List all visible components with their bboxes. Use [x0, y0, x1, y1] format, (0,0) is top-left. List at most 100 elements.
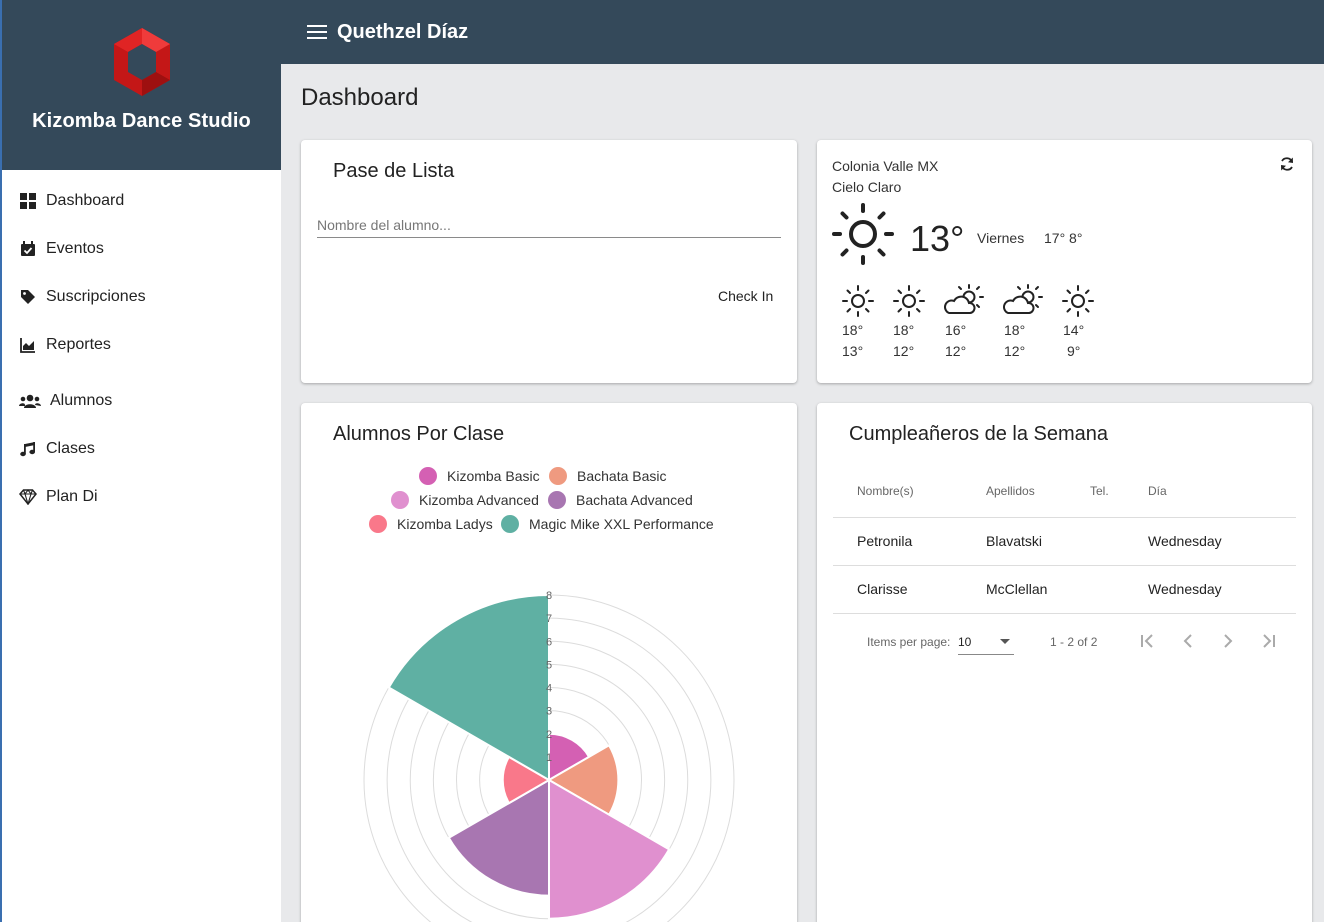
forecast-day: 14° 9°: [1061, 284, 1101, 359]
weather-condition: Cielo Claro: [832, 179, 902, 195]
page-size-value: 10: [958, 635, 972, 649]
sidebar-item-label: Dashboard: [46, 192, 125, 209]
table-row: Clarisse McClellan Wednesday: [833, 565, 1296, 614]
music-note-icon: [18, 439, 38, 459]
forecast-day: 18° 13°: [841, 284, 881, 359]
brand-name: Kizomba Dance Studio: [32, 110, 251, 132]
dashboard-icon: [18, 191, 38, 211]
sidebar-item-label: Plan Di: [46, 488, 98, 505]
current-temperature: 13°: [910, 218, 965, 259]
sun-icon: [892, 284, 932, 318]
table-header-row: Nombre(s) Apellidos Tel. Día: [833, 465, 1296, 518]
tick-label: 1: [546, 752, 552, 764]
sidebar-item-reportes[interactable]: Reportes: [2, 321, 281, 369]
forecast-low: 13°: [842, 343, 864, 359]
weather-hi-lo: 17° 8°: [1044, 230, 1083, 246]
column-header[interactable]: Nombre(s): [833, 465, 986, 518]
cell-phone: [1090, 565, 1148, 614]
page-size-select[interactable]: 10: [958, 633, 1014, 655]
paginator: Items per page: 10 1 - 2 of 2: [817, 623, 1312, 659]
chart-slice[interactable]: [447, 778, 550, 897]
forecast-high: 16°: [945, 322, 967, 338]
sidebar-item-label: Reportes: [46, 336, 111, 353]
refresh-icon[interactable]: [1279, 156, 1299, 176]
previous-page-icon[interactable]: [1176, 629, 1200, 653]
forecast-day: 18° 12°: [1002, 284, 1043, 359]
sun-icon: [1061, 284, 1101, 318]
student-name-input[interactable]: [317, 212, 781, 238]
brand-header: Kizomba Dance Studio: [2, 0, 281, 170]
cell-last-name: McClellan: [986, 565, 1090, 614]
calendar-check-icon: [18, 239, 38, 259]
page-title: Dashboard: [301, 84, 419, 111]
forecast-high: 18°: [893, 322, 915, 338]
items-per-page-label: Items per page:: [867, 635, 951, 649]
tag-icon: [18, 287, 38, 307]
partly-cloudy-icon: [943, 284, 984, 318]
tick-label: 8: [546, 590, 552, 602]
sidebar-item-plan-di[interactable]: Plan Di: [2, 473, 281, 521]
sidebar-item-label: Eventos: [46, 240, 104, 257]
cell-first-name: Clarisse: [833, 565, 986, 614]
tick-label: 4: [546, 683, 552, 695]
red-hexagon-logo: [113, 28, 170, 96]
column-header[interactable]: Día: [1148, 465, 1296, 518]
attendance-card: Pase de Lista Check In: [301, 140, 797, 383]
tick-label: 6: [546, 636, 552, 648]
tick-label: 5: [546, 659, 552, 671]
hamburger-icon[interactable]: [305, 20, 329, 44]
polar-area-chart: 1 2 3 4 5 6 7 8: [363, 590, 735, 922]
diamond-icon: [18, 487, 38, 507]
cell-day: Wednesday: [1148, 517, 1296, 566]
birthdays-card: Cumpleañeros de la Semana Nombre(s) Apel…: [817, 403, 1312, 922]
first-page-icon[interactable]: [1136, 629, 1160, 653]
forecast-high: 18°: [842, 322, 864, 338]
users-icon: [18, 391, 42, 411]
birthdays-table: Nombre(s) Apellidos Tel. Día Petronila B…: [833, 465, 1296, 614]
weather-location: Colonia Valle MX: [832, 158, 939, 174]
forecast-day: 16° 12°: [943, 284, 984, 359]
last-page-icon[interactable]: [1256, 629, 1280, 653]
tick-label: 7: [546, 613, 552, 625]
cell-last-name: Blavatski: [986, 517, 1090, 566]
cell-first-name: Petronila: [833, 517, 986, 566]
forecast-low: 9°: [1067, 343, 1081, 359]
birthdays-title: Cumpleañeros de la Semana: [849, 423, 1109, 445]
weather-card: Colonia Valle MX Cielo Claro 13° Viernes…: [817, 140, 1312, 383]
sidebar-item-alumnos[interactable]: Alumnos: [2, 377, 281, 425]
table-row: Petronila Blavatski Wednesday: [833, 517, 1296, 566]
forecast-high: 14°: [1063, 322, 1085, 338]
cell-phone: [1090, 517, 1148, 566]
tick-label: 3: [546, 706, 552, 718]
forecast-day: 18° 12°: [892, 284, 932, 359]
forecast-low: 12°: [945, 343, 967, 359]
sidebar-item-eventos[interactable]: Eventos: [2, 225, 281, 273]
sidebar-nav: Dashboard Eventos Suscripciones Reportes…: [2, 177, 281, 521]
forecast-low: 12°: [1004, 343, 1026, 359]
sidebar-item-label: Clases: [46, 440, 95, 457]
column-header[interactable]: Tel.: [1090, 465, 1148, 518]
sidebar-item-clases[interactable]: Clases: [2, 425, 281, 473]
chart-card: Alumnos Por Clase Kizomba Basic Bachata B…: [301, 403, 797, 922]
sidebar: Kizomba Dance Studio Dashboard Eventos S…: [0, 0, 281, 922]
attendance-title: Pase de Lista: [333, 160, 455, 182]
sidebar-item-suscripciones[interactable]: Suscripciones: [2, 273, 281, 321]
sun-icon: [831, 202, 895, 271]
sidebar-item-label: Suscripciones: [46, 288, 146, 305]
sidebar-item-dashboard[interactable]: Dashboard: [2, 177, 281, 225]
cell-day: Wednesday: [1148, 565, 1296, 614]
tick-label: 2: [546, 729, 552, 741]
forecast-low: 12°: [893, 343, 915, 359]
forecast-high: 18°: [1004, 322, 1026, 338]
top-bar: Quethzel Díaz: [281, 0, 1324, 64]
page-range: 1 - 2 of 2: [1050, 635, 1098, 649]
column-header[interactable]: Apellidos: [986, 465, 1090, 518]
check-in-button[interactable]: Check In: [706, 282, 785, 310]
sun-icon: [841, 284, 881, 318]
chevron-down-icon: [1000, 639, 1010, 644]
sidebar-item-label: Alumnos: [50, 392, 113, 409]
user-name: Quethzel Díaz: [337, 20, 469, 43]
partly-cloudy-icon: [1002, 284, 1043, 318]
next-page-icon[interactable]: [1216, 629, 1240, 653]
weather-day: Viernes: [977, 230, 1025, 246]
